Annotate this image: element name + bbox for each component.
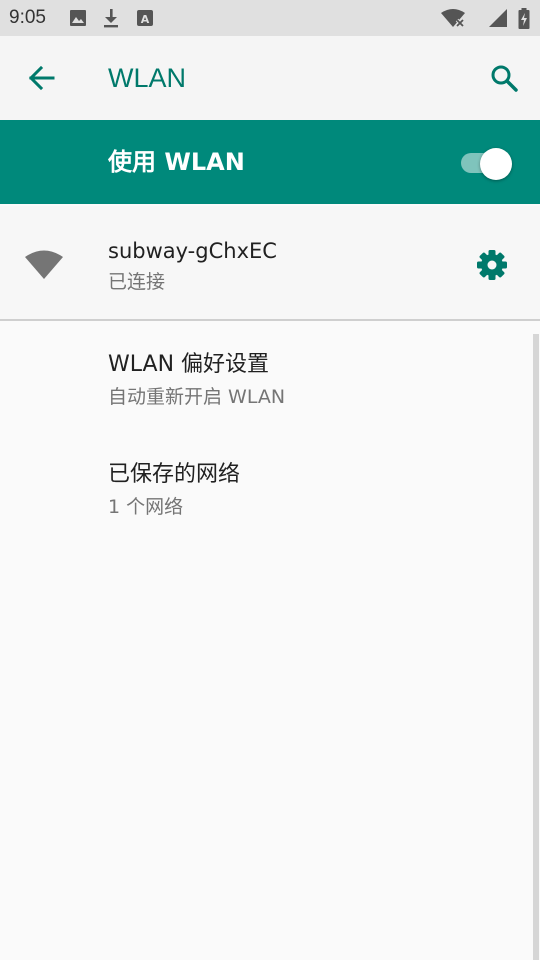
svg-text:A: A — [141, 13, 150, 26]
gear-icon — [477, 250, 507, 280]
search-icon — [491, 65, 518, 92]
scrollbar[interactable] — [533, 334, 539, 960]
saved-networks-item[interactable]: 已保存的网络 1 个网络 — [0, 436, 532, 546]
status-bar: 9:05 A — [0, 0, 540, 36]
search-button[interactable] — [484, 58, 524, 98]
arrow-back-icon — [28, 65, 55, 91]
page-title: WLAN — [108, 63, 187, 93]
signal-icon — [488, 8, 508, 28]
pref-summary: 自动重新开启 WLAN — [108, 386, 286, 408]
wlan-settings-screen: 9:05 A WLAN 使用 WLAN subway-gChxEC 已连接 WL… — [0, 0, 540, 960]
battery-icon — [518, 8, 530, 29]
a-icon: A — [135, 8, 155, 28]
status-time: 9:05 — [9, 7, 46, 28]
wifi-icon — [24, 248, 64, 280]
wlan-toggle-thumb[interactable] — [480, 148, 512, 180]
network-status: 已连接 — [108, 271, 166, 293]
download-icon — [101, 8, 121, 28]
image-icon — [68, 8, 88, 28]
pref-summary: 1 个网络 — [108, 496, 184, 518]
back-button[interactable] — [22, 58, 62, 98]
master-switch-label: 使用 WLAN — [108, 148, 245, 176]
pref-title: 已保存的网络 — [108, 462, 241, 487]
wifi-no-internet-icon — [440, 8, 466, 28]
app-bar: WLAN — [0, 36, 540, 120]
connected-network-item[interactable]: subway-gChxEC 已连接 — [0, 206, 540, 319]
divider — [0, 319, 540, 321]
wlan-preferences-item[interactable]: WLAN 偏好设置 自动重新开启 WLAN — [0, 326, 532, 436]
network-settings-button[interactable] — [472, 246, 512, 286]
network-name: subway-gChxEC — [108, 239, 277, 263]
pref-title: WLAN 偏好设置 — [108, 352, 270, 377]
wlan-master-switch-bar[interactable]: 使用 WLAN — [0, 120, 540, 204]
